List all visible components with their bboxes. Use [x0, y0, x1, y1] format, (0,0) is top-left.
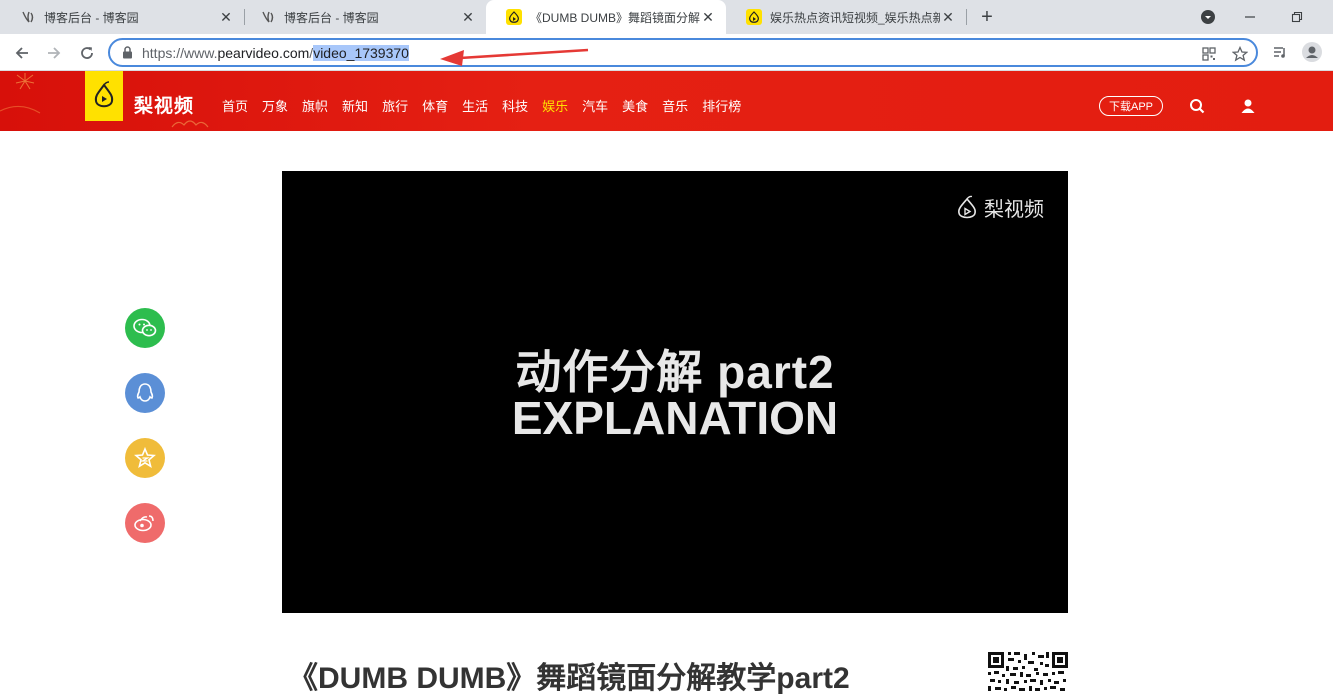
tab-cnblogs-1[interactable]: 博客后台 - 博客园 ✕ [0, 0, 244, 34]
reload-icon[interactable] [75, 41, 99, 65]
wechat-icon [133, 318, 157, 337]
weibo-icon [134, 515, 154, 532]
back-arrow-icon[interactable] [10, 41, 34, 65]
tab-separator [966, 9, 967, 25]
address-bar[interactable]: https://www.pearvideo.com/video_1739370 [108, 38, 1258, 67]
nav-ranking[interactable]: 排行榜 [702, 96, 741, 115]
cnblogs-favicon-icon [20, 9, 36, 25]
tab-close-icon[interactable]: ✕ [700, 9, 716, 25]
qzone-star-icon [134, 447, 156, 469]
nav-tech[interactable]: 科技 [502, 96, 528, 115]
tab-strip: 博客后台 - 博客园 ✕ 博客后台 - 博客园 ✕ 《DUMB DUMB》舞蹈镜… [0, 0, 1333, 34]
pearvideo-logo-icon[interactable] [85, 71, 123, 121]
url-path-selected: video_1739370 [313, 44, 409, 61]
watermark-text: 梨视频 [984, 199, 1044, 221]
nav-qizhi[interactable]: 旗帜 [302, 96, 328, 115]
download-app-button[interactable]: 下载APP [1099, 96, 1163, 116]
user-icon[interactable] [1239, 97, 1257, 115]
tab-title: 博客后台 - 博客园 [284, 10, 379, 25]
nav-food[interactable]: 美食 [622, 96, 648, 115]
qq-share-button[interactable] [125, 373, 165, 413]
tab-title: 娱乐热点资讯短视频_娱乐热点新 [770, 10, 940, 25]
pearvideo-favicon-icon [746, 9, 762, 25]
url-host-domain: pearvideo.com [217, 44, 310, 61]
tab-cnblogs-2[interactable]: 博客后台 - 博客园 ✕ [240, 0, 486, 34]
nav-entertainment[interactable]: 娱乐 [542, 96, 568, 115]
site-header: 梨视频 首页 万象 旗帜 新知 旅行 体育 生活 科技 娱乐 汽车 美食 音乐 … [0, 71, 1333, 131]
annotation-arrow [440, 48, 589, 66]
nav-xinzhi[interactable]: 新知 [342, 96, 368, 115]
lock-icon[interactable] [120, 46, 134, 60]
tab-close-icon[interactable]: ✕ [460, 9, 476, 25]
nav-music[interactable]: 音乐 [662, 96, 688, 115]
forward-arrow-icon[interactable] [42, 41, 66, 65]
search-icon[interactable] [1188, 97, 1206, 115]
profile-avatar-icon[interactable] [1300, 40, 1324, 64]
share-bar [125, 308, 165, 568]
url-host: https://www.pearvideo.com/ [142, 45, 313, 61]
restore-icon[interactable] [1277, 0, 1317, 34]
nav-wanxiang[interactable]: 万象 [262, 96, 288, 115]
tab-pearvideo-active[interactable]: 《DUMB DUMB》舞蹈镜面分解 ✕ [486, 0, 726, 34]
qzone-share-button[interactable] [125, 438, 165, 478]
logo-text[interactable]: 梨视频 [134, 91, 194, 118]
video-watermark: 梨视频 [954, 193, 1044, 222]
nav-home[interactable]: 首页 [222, 96, 248, 115]
new-tab-button[interactable]: + [976, 6, 998, 28]
tab-close-icon[interactable]: ✕ [940, 9, 956, 25]
url-host-prefix: https://www. [142, 44, 218, 61]
tab-title: 《DUMB DUMB》舞蹈镜面分解 [530, 10, 700, 25]
cnblogs-favicon-icon [260, 9, 276, 25]
firework-decoration [0, 73, 41, 114]
bookmark-star-icon[interactable] [1231, 45, 1249, 63]
minimize-icon[interactable] [1230, 0, 1270, 34]
browser-toolbar: https://www.pearvideo.com/video_1739370 [0, 34, 1333, 71]
nav-sports[interactable]: 体育 [422, 96, 448, 115]
qr-code-image [988, 652, 1068, 694]
qr-code-icon[interactable] [1200, 45, 1218, 63]
tab-title: 博客后台 - 博客园 [44, 10, 139, 25]
main-nav: 首页 万象 旗帜 新知 旅行 体育 生活 科技 娱乐 汽车 美食 音乐 排行榜 [222, 96, 755, 115]
wechat-share-button[interactable] [125, 308, 165, 348]
tab-close-icon[interactable]: ✕ [218, 9, 234, 25]
video-frame-text-line2: EXPLANATION [511, 392, 839, 444]
media-control-icon[interactable] [1268, 40, 1292, 64]
qq-icon [136, 383, 154, 402]
pearvideo-watermark-icon [958, 195, 976, 218]
tab-pearvideo-ent[interactable]: 娱乐热点资讯短视频_娱乐热点新 ✕ [726, 0, 966, 34]
tab-search-icon[interactable] [1188, 0, 1228, 34]
nav-travel[interactable]: 旅行 [382, 96, 408, 115]
video-player[interactable]: 梨视频 动作分解 part2 EXPLANATION [282, 171, 1068, 613]
video-title: 《DUMB DUMB》舞蹈镜面分解教学part2 [288, 662, 850, 695]
pearvideo-favicon-icon [506, 9, 522, 25]
url-text[interactable]: https://www.pearvideo.com/video_1739370 [142, 44, 409, 61]
nav-life[interactable]: 生活 [462, 96, 488, 115]
weibo-share-button[interactable] [125, 503, 165, 543]
nav-auto[interactable]: 汽车 [582, 96, 608, 115]
